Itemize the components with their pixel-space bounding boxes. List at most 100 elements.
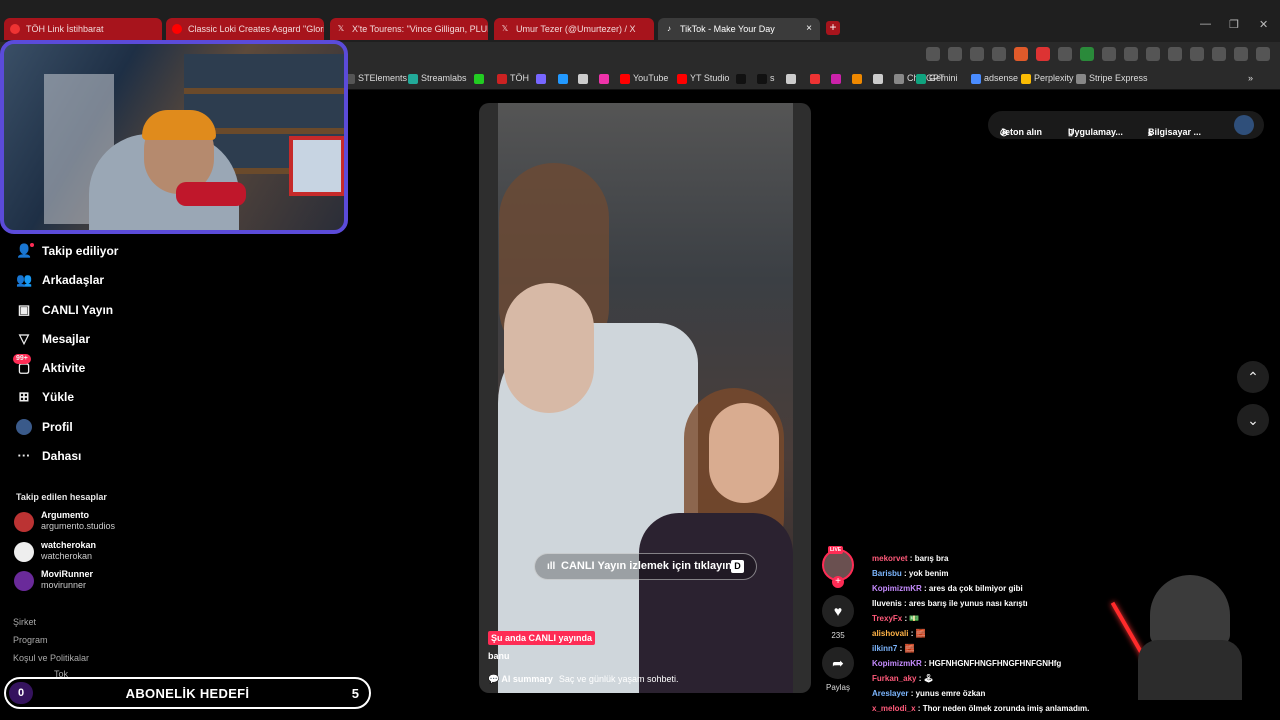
edit-icon[interactable] [992, 47, 1006, 61]
next-video-button[interactable]: ⌄ [1237, 404, 1269, 436]
bookmark-icon [786, 74, 796, 84]
previous-video-button[interactable]: ⌃ [1237, 361, 1269, 393]
bookmark-icon [558, 74, 568, 84]
bookmark-icon [831, 74, 841, 84]
bookmark-item[interactable]: adsense [971, 73, 1018, 84]
new-tab-button[interactable]: + [826, 21, 840, 35]
translate-icon[interactable] [970, 47, 984, 61]
brave-shield-icon[interactable] [1014, 47, 1028, 61]
nav-activity[interactable]: ▢ 99+ Aktivite [13, 354, 196, 379]
browser-tab[interactable]: TÖH Link İstihbarat [4, 18, 162, 40]
toh-icon [10, 24, 20, 34]
nav-label: Profil [42, 420, 73, 434]
bookmark-item[interactable]: Gemini [916, 73, 958, 84]
nav-friends[interactable]: 👥 Arkadaşlar [16, 269, 196, 291]
user-avatar[interactable] [1234, 115, 1254, 135]
bookmark-icon [971, 74, 981, 84]
heart-icon: ♥ [833, 603, 843, 619]
bookmark-item[interactable]: YouTube [620, 73, 668, 84]
browser-tab[interactable]: Classic Loki Creates Asgard "Glorious [166, 18, 324, 40]
wallet-icon[interactable] [1190, 47, 1204, 61]
chat-username: TrexyFx [872, 614, 903, 623]
bookmark-item[interactable]: s [757, 73, 775, 84]
rewards-icon[interactable] [1036, 47, 1050, 61]
nav-messages[interactable]: ▽ Mesajlar [16, 328, 196, 350]
bookmarks-overflow-button[interactable]: » [1248, 73, 1253, 83]
extension-icon[interactable] [1058, 47, 1072, 61]
chat-message: x_melodi_x : Thor neden ölmek zorunda im… [872, 704, 1089, 713]
nav-label: Yükle [42, 390, 75, 404]
maximize-icon[interactable]: ❐ [1229, 18, 1239, 31]
bookmark-icon [620, 74, 630, 84]
chat-separator: : [908, 629, 916, 638]
menu-icon[interactable] [1256, 47, 1270, 61]
watch-live-button[interactable]: ıll CANLI Yayın izlemek için tıklayın D [534, 553, 757, 580]
bookmark-item[interactable]: STElements [345, 73, 407, 84]
browser-tab[interactable]: 𝕏 X'te Tourens: "Vince Gilligan, PLURIB [330, 18, 488, 40]
bookmark-icon [810, 74, 820, 84]
chat-text: HGFNHGNFHNGFHNGFHNFGNHfg [928, 659, 1062, 668]
share-label: Paylaş [825, 683, 850, 692]
leo-icon[interactable] [1212, 47, 1226, 61]
x-icon: 𝕏 [501, 24, 509, 33]
subscription-goal-overlay: 0 ABONELİK HEDEFİ 5 [4, 677, 371, 709]
bookmark-item[interactable]: Perplexity [1021, 73, 1074, 84]
share-button[interactable]: ➦ [822, 647, 854, 679]
bookmark-icon [916, 74, 926, 84]
bookmark-icon [677, 74, 687, 84]
video-person [709, 403, 779, 503]
live-icon: ▣ [17, 302, 31, 317]
browser-tab[interactable]: 𝕏 Umur Tezer (@Umurtezer) / X [494, 18, 654, 40]
following-account[interactable]: Argumento argumento.studios [14, 510, 194, 536]
minimize-icon[interactable]: — [1200, 18, 1211, 30]
browser-tab-active[interactable]: ♪ TikTok - Make Your Day × [658, 18, 820, 40]
bookmark-item[interactable]: Stripe Express [1076, 73, 1148, 84]
bookmark-item[interactable]: YT Studio [677, 73, 729, 84]
more-icon: ··· [17, 448, 31, 463]
close-window-icon[interactable]: ✕ [1259, 18, 1268, 31]
footer-link-company[interactable]: Şirket [13, 617, 36, 627]
chat-separator: : [921, 584, 929, 593]
extension-icon[interactable] [926, 47, 940, 61]
bookmark-icon [757, 74, 767, 84]
live-video-player[interactable] [479, 103, 811, 693]
following-account[interactable]: watcherokan watcherokan [14, 540, 194, 566]
like-button[interactable]: ♥ [822, 595, 854, 627]
avatar [14, 571, 34, 591]
footer-link-program[interactable]: Program [13, 635, 48, 645]
extension-icon[interactable] [1124, 47, 1138, 61]
chat-separator: : [921, 659, 929, 668]
nav-profile[interactable]: Profil [16, 416, 196, 438]
music-icon[interactable] [1146, 47, 1160, 61]
nav-label: Arkadaşlar [42, 273, 105, 287]
chat-text: yunus emre özkan [915, 689, 986, 698]
nav-live[interactable]: ▣ CANLI Yayın [16, 299, 196, 321]
bookmark-item[interactable]: Streamlabs [408, 73, 467, 84]
bookmark-icon [578, 74, 588, 84]
vpn-icon[interactable] [1234, 47, 1248, 61]
extension-icon[interactable] [1080, 47, 1094, 61]
vader-helmet [1150, 575, 1230, 645]
chat-message: ilkinn7 : 🧱 [872, 644, 914, 653]
tab-title: Classic Loki Creates Asgard "Glorious [188, 24, 324, 34]
bookmark-icon [852, 74, 862, 84]
chat-text: ares da çok bilmiyor gibi [928, 584, 1023, 593]
footer-link-terms[interactable]: Koşul ve Politikalar [13, 653, 89, 663]
puzzle-icon[interactable] [1102, 47, 1116, 61]
following-account[interactable]: MoviRunner movirunner [14, 569, 194, 595]
nav-upload[interactable]: ⊞ Yükle [16, 386, 196, 408]
close-tab-icon[interactable]: × [806, 18, 812, 40]
nav-more[interactable]: ··· Dahası [16, 445, 196, 467]
bookmark-item[interactable]: TÖH [497, 73, 529, 84]
sidebar-icon[interactable] [1168, 47, 1182, 61]
nav-following[interactable]: 👤 Takip ediliyor [16, 240, 196, 262]
activity-icon: ▢ 99+ [13, 354, 32, 376]
live-bars-icon: ıll [547, 561, 556, 572]
extension-icon[interactable] [948, 47, 962, 61]
chat-separator: : [901, 569, 909, 578]
chat-text: yok benim [908, 569, 949, 578]
chat-username: Iluvenis [872, 599, 902, 608]
streamer-name[interactable]: banu [488, 651, 510, 661]
follow-plus-icon[interactable]: + [832, 576, 844, 588]
bookmark-icon [1076, 74, 1086, 84]
